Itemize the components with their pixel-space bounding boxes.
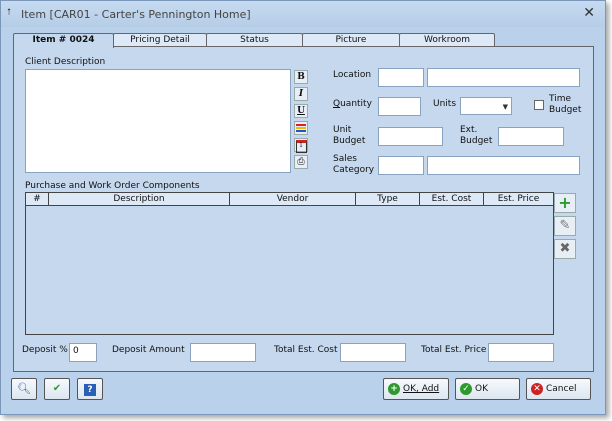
ok-button[interactable]: ✓ OK [455,378,520,400]
tab-picture[interactable]: Picture [302,33,400,46]
time-budget-checkbox[interactable] [534,100,544,110]
close-icon[interactable]: ✕ [583,5,595,21]
calendar-icon[interactable]: 1 [294,138,308,153]
unit-budget-label-2: Budget [333,136,366,146]
sales-category-name-input[interactable] [427,156,580,175]
components-grid[interactable]: # Description Vendor Type Est. Cost Est.… [25,192,554,335]
unit-budget-input[interactable] [378,127,443,146]
location-label: Location [333,70,372,80]
item-panel: Client Description B I U 1 ⎙ Location Qu… [13,46,594,372]
bold-icon[interactable]: B [294,70,308,84]
quantity-label: Quantity [333,99,372,109]
sales-category-label-2: Category [333,165,375,175]
column-number[interactable]: # [26,193,49,205]
column-vendor[interactable]: Vendor [230,193,356,205]
quantity-input[interactable] [378,97,421,116]
app-icon: ⭡ [7,8,12,18]
tab-workroom[interactable]: Workroom [399,33,495,46]
check-icon: ✓ [460,382,472,395]
column-type[interactable]: Type [356,193,420,205]
italic-icon[interactable]: I [294,87,308,101]
sales-category-code-input[interactable] [378,156,424,175]
units-label: Units [433,99,457,109]
deposit-pct-input[interactable]: 0 [69,343,97,362]
client-description-input[interactable] [25,69,291,173]
search-icon[interactable]: 🔍︎ [11,378,37,400]
column-description[interactable]: Description [49,193,230,205]
delete-icon[interactable]: ✖ [554,239,576,259]
ok-add-button[interactable]: + OK, Add [383,378,449,400]
unit-budget-label-1: Unit [333,125,352,135]
tab-status[interactable]: Status [206,33,303,46]
window-title: Item [CAR01 - Carter's Pennington Home] [21,8,251,21]
grid-header: # Description Vendor Type Est. Cost Est.… [26,193,553,206]
color-icon[interactable] [294,121,308,135]
print-icon[interactable]: ⎙ [294,155,308,169]
cancel-button[interactable]: ✕ Cancel [526,378,591,400]
total-est-price-label: Total Est. Price [421,345,487,355]
title-bar[interactable]: ⭡ Item [CAR01 - Carter's Pennington Home… [1,1,605,27]
client-description-label: Client Description [25,57,106,67]
help-icon[interactable]: ? [77,378,103,400]
total-est-cost-input[interactable] [340,343,406,362]
add-icon: + [388,382,400,395]
chevron-down-icon: ▼ [502,103,508,111]
tab-item[interactable]: Item # 0024 [13,33,114,48]
time-budget-label-2: Budget [549,105,582,115]
underline-icon[interactable]: U [294,104,308,118]
ext-budget-label-2: Budget [460,136,493,146]
sales-category-label-1: Sales [333,154,357,164]
ext-budget-label-1: Ext. [460,125,478,135]
location-code-input[interactable] [378,68,424,87]
spellcheck-icon[interactable]: ✔ [44,378,70,400]
column-est-price[interactable]: Est. Price [484,193,553,205]
ext-budget-input[interactable] [498,127,564,146]
item-dialog: ⭡ Item [CAR01 - Carter's Pennington Home… [0,0,606,415]
deposit-amount-input[interactable] [190,343,256,362]
deposit-amount-label: Deposit Amount [112,345,185,355]
total-est-price-input[interactable] [488,343,554,362]
total-est-cost-label: Total Est. Cost [274,345,338,355]
tab-pricing-detail[interactable]: Pricing Detail [113,33,207,46]
column-est-cost[interactable]: Est. Cost [420,193,484,205]
units-select[interactable]: ▼ [460,97,512,115]
edit-icon[interactable]: ✎ [554,216,576,236]
deposit-pct-label: Deposit % [22,345,68,355]
cancel-icon: ✕ [531,382,543,395]
location-name-input[interactable] [427,68,580,87]
add-icon[interactable]: + [554,193,576,213]
time-budget-label-1: Time [549,94,572,104]
components-title: Purchase and Work Order Components [25,181,200,191]
